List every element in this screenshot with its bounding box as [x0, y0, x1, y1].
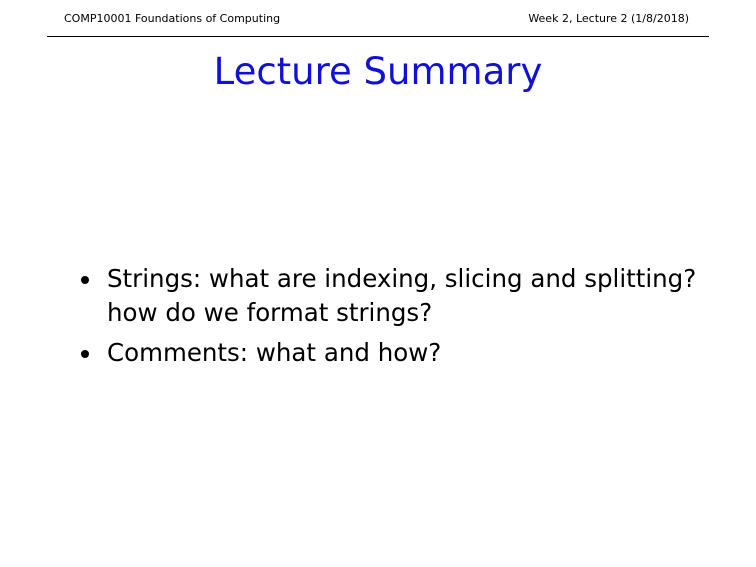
bullet-item-strings: Strings: what are indexing, slicing and …: [79, 262, 719, 330]
slide-title: Lecture Summary: [213, 50, 543, 93]
bullet-icon: [81, 276, 89, 284]
bullet-icon: [81, 350, 89, 358]
slide-header: COMP10001 Foundations of Computing Week …: [47, 0, 709, 37]
lecture-info: Week 2, Lecture 2 (1/8/2018): [528, 12, 689, 25]
course-name: COMP10001 Foundations of Computing: [64, 12, 281, 25]
bullet-text: Comments: what and how?: [107, 338, 442, 367]
bullet-list: Strings: what are indexing, slicing and …: [79, 262, 719, 376]
bullet-item-comments: Comments: what and how?: [79, 336, 719, 370]
bullet-text: Strings: what are indexing, slicing and …: [107, 264, 697, 327]
